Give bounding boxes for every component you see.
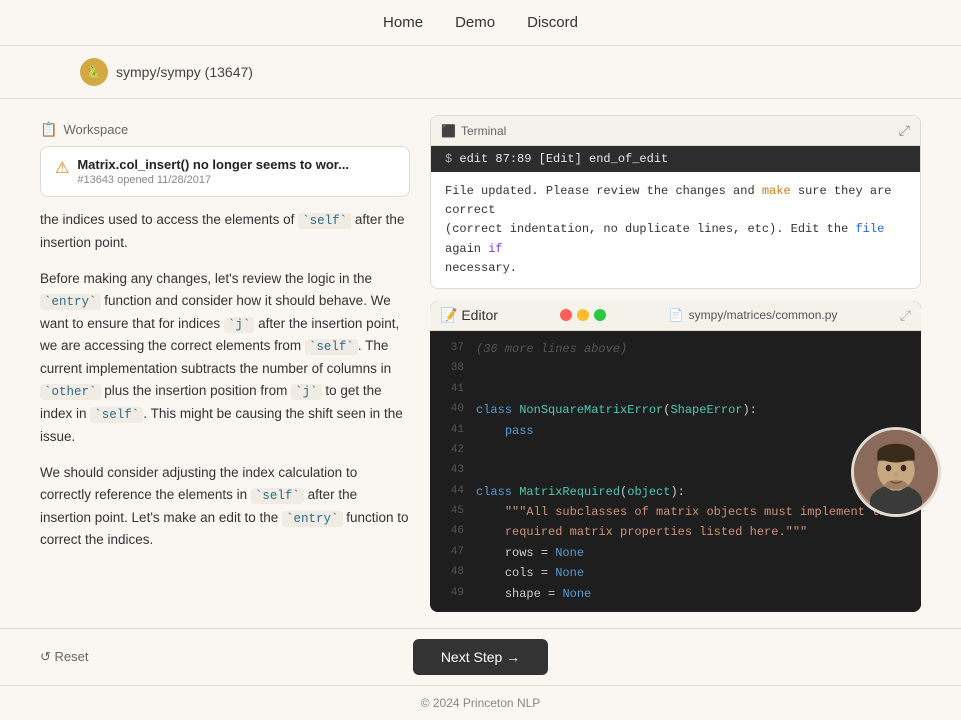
- code-line: 38: [430, 359, 921, 379]
- code-line: 48 cols = None: [430, 563, 921, 583]
- code-line: 43: [430, 461, 921, 481]
- code-self-1: `self`: [298, 213, 351, 229]
- code-self-3: `self`: [90, 407, 143, 423]
- bottom-bar: ↺ Reset Next Step →: [0, 628, 961, 685]
- code-entry-2: `entry`: [282, 511, 343, 527]
- workspace-title: Workspace: [63, 122, 128, 137]
- filename-text: sympy/matrices/common.py: [689, 308, 838, 322]
- terminal-cmd-text: edit 87:89 [Edit] end_of_edit: [459, 152, 668, 166]
- avatar-svg: [854, 427, 938, 514]
- editor-top-bar: 📝 Editor 📄 sympy/matrices/common.py ⤢: [430, 301, 921, 331]
- editor-title: Editor: [461, 307, 498, 323]
- workspace-para-2: Before making any changes, let's review …: [40, 268, 410, 448]
- footer: © 2024 Princeton NLP: [0, 685, 961, 720]
- terminal-top-bar: ⬛ Terminal ⤢: [431, 116, 920, 146]
- editor-icon: 📝: [440, 307, 457, 323]
- if-keyword: if: [488, 242, 502, 256]
- nav-discord[interactable]: Discord: [527, 14, 578, 31]
- nav-home[interactable]: Home: [383, 14, 423, 31]
- main-layout: 📋 Workspace ⚠ Matrix.col_insert() no lon…: [0, 99, 961, 628]
- avatar-image: [854, 430, 938, 514]
- issue-box: ⚠ Matrix.col_insert() no longer seems to…: [40, 146, 410, 197]
- editor-panel: 📝 Editor 📄 sympy/matrices/common.py ⤢ 37: [430, 301, 921, 612]
- traffic-lights: [560, 309, 606, 321]
- editor-label: 📝 Editor: [440, 307, 498, 324]
- terminal-title: Terminal: [461, 124, 506, 138]
- editor-filename: 📄 sympy/matrices/common.py: [669, 308, 838, 322]
- traffic-light-green: [594, 309, 606, 321]
- warning-icon: ⚠: [55, 158, 69, 178]
- issue-content: Matrix.col_insert() no longer seems to w…: [77, 157, 349, 186]
- terminal-panel: ⬛ Terminal ⤢ $ edit 87:89 [Edit] end_of_…: [430, 115, 921, 289]
- traffic-light-red: [560, 309, 572, 321]
- reset-button[interactable]: ↺ Reset: [40, 649, 88, 665]
- workspace-para-1: the indices used to access the elements …: [40, 209, 410, 254]
- editor-body: 37 (36 more lines above) 38 41 40 class …: [430, 331, 921, 612]
- make-keyword: make: [762, 184, 791, 198]
- code-line: 47 rows = None: [430, 543, 921, 563]
- code-line: 46 required matrix properties listed her…: [430, 522, 921, 542]
- code-j-1: `j`: [224, 317, 255, 333]
- right-panel: ⬛ Terminal ⤢ $ edit 87:89 [Edit] end_of_…: [430, 115, 921, 612]
- footer-text: © 2024 Princeton NLP: [421, 696, 541, 710]
- repo-icon: 🐍: [80, 58, 108, 86]
- avatar: [851, 427, 941, 517]
- file-keyword: file: [855, 222, 884, 236]
- terminal-icon: ⬛: [441, 124, 456, 138]
- code-line: 44 class MatrixRequired(object):: [430, 482, 921, 502]
- workspace-icon: 📋: [40, 121, 57, 138]
- code-line: 42: [430, 441, 921, 461]
- terminal-command: $ edit 87:89 [Edit] end_of_edit: [431, 146, 920, 172]
- code-line: 37 (36 more lines above): [430, 339, 921, 359]
- nav-demo[interactable]: Demo: [455, 14, 495, 31]
- editor-expand-button[interactable]: ⤢: [900, 307, 911, 324]
- code-line: 49 shape = None: [430, 584, 921, 604]
- terminal-output: File updated. Please review the changes …: [431, 172, 920, 288]
- workspace-body: the indices used to access the elements …: [40, 209, 410, 552]
- code-entry-1: `entry`: [40, 294, 101, 310]
- main-header: Home Demo Discord: [0, 0, 961, 46]
- repo-name: sympy/sympy (13647): [116, 64, 253, 80]
- workspace-header: 📋 Workspace: [40, 115, 410, 146]
- issue-meta: #13643 opened 11/28/2017: [77, 174, 349, 186]
- code-j-2: `j`: [291, 384, 322, 400]
- dollar-sign: $: [445, 152, 459, 166]
- terminal-expand-button[interactable]: ⤢: [899, 122, 910, 139]
- issue-title: Matrix.col_insert() no longer seems to w…: [77, 157, 349, 172]
- terminal-label: ⬛ Terminal: [441, 124, 506, 138]
- code-line: 45 """All subclasses of matrix objects m…: [430, 502, 921, 522]
- workspace-panel: 📋 Workspace ⚠ Matrix.col_insert() no lon…: [40, 115, 410, 612]
- code-self-4: `self`: [251, 488, 304, 504]
- code-self-2: `self`: [305, 339, 358, 355]
- code-line: 40 class NonSquareMatrixError(ShapeError…: [430, 400, 921, 420]
- breadcrumb: 🐍 sympy/sympy (13647): [0, 46, 961, 99]
- traffic-light-yellow: [577, 309, 589, 321]
- next-step-button[interactable]: Next Step →: [413, 639, 548, 675]
- file-icon: 📄: [669, 308, 684, 322]
- code-line: 41: [430, 380, 921, 400]
- workspace-para-3: We should consider adjusting the index c…: [40, 462, 410, 552]
- code-other: `other`: [40, 384, 101, 400]
- code-line: 41 pass: [430, 421, 921, 441]
